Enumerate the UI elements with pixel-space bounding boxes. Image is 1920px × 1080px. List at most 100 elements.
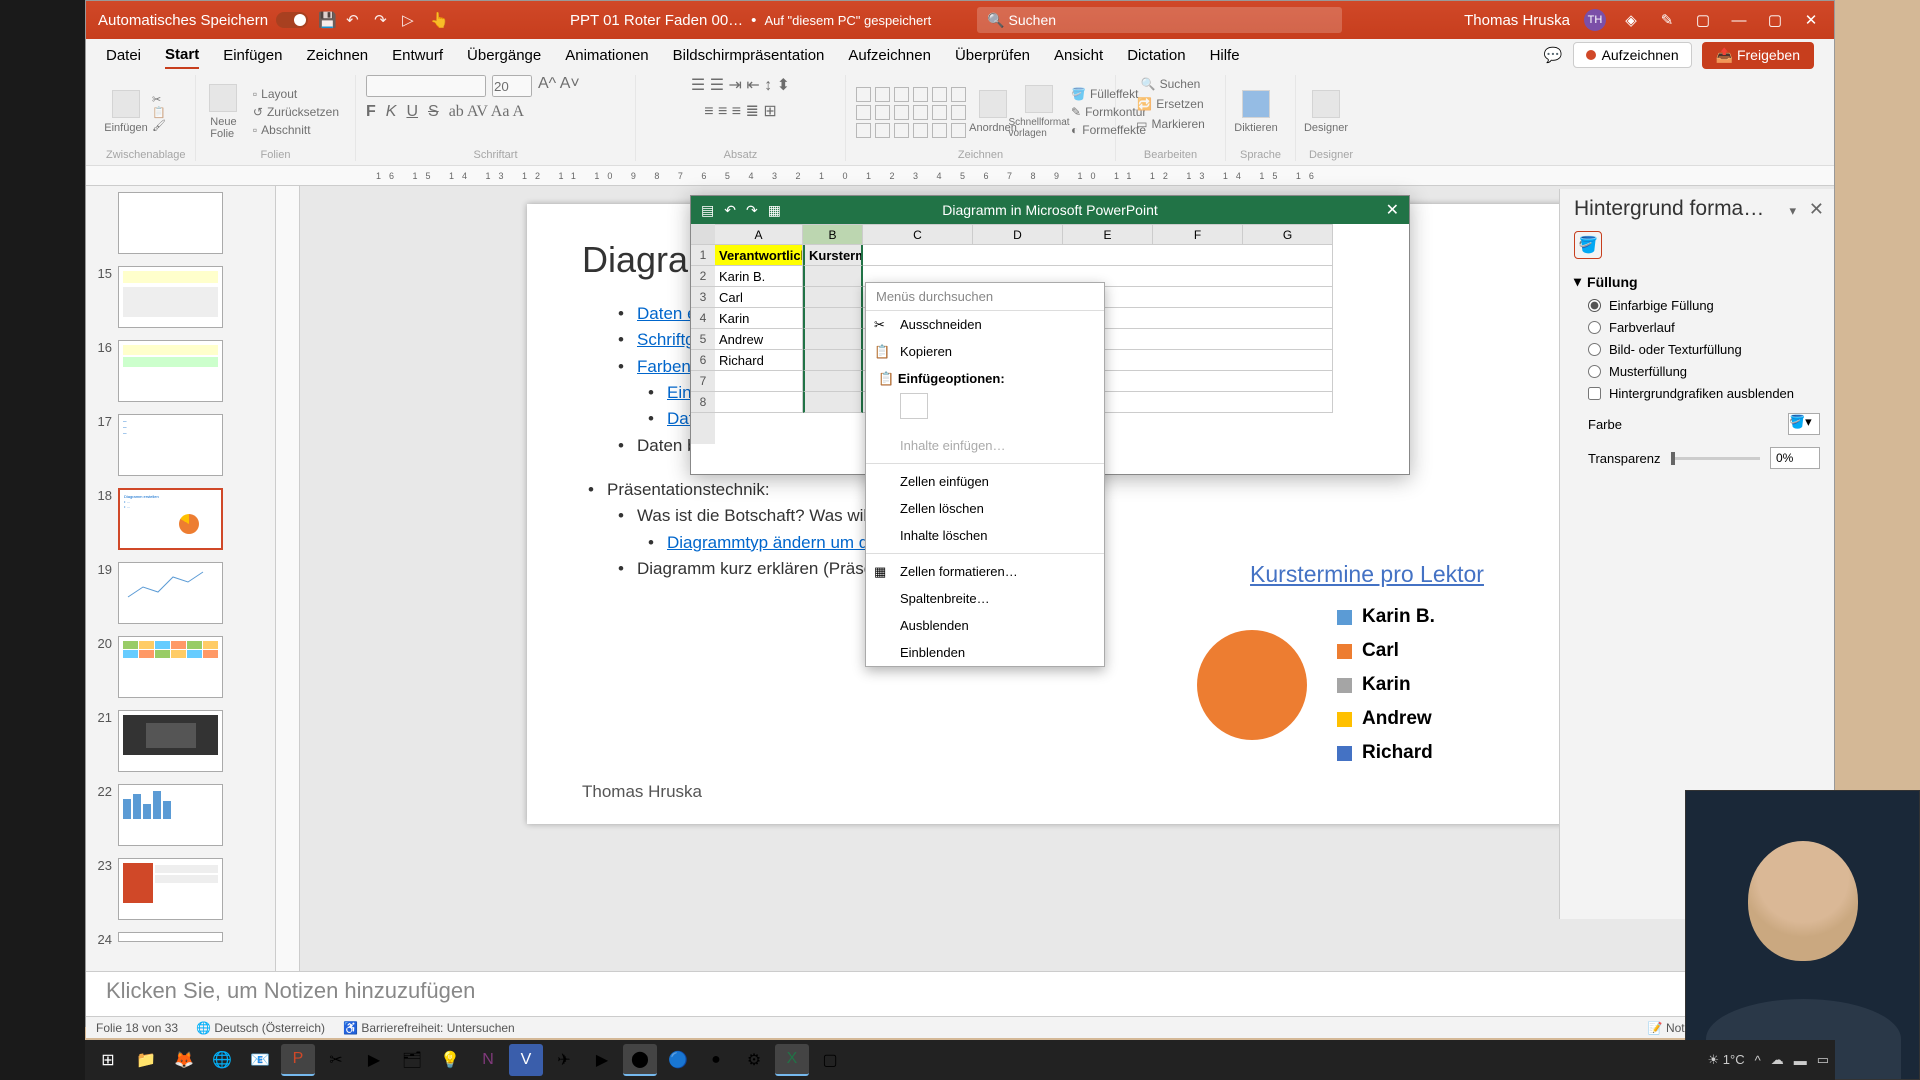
tb-chrome[interactable]: 🌐 (205, 1044, 239, 1076)
slide-thumb-18[interactable]: Diagramm erstellen• …• … (118, 488, 223, 550)
excel-edit-icon[interactable]: ▦ (768, 202, 781, 219)
tray-battery-icon[interactable]: ▬ (1794, 1053, 1807, 1068)
tray-monitor-icon[interactable]: ▭ (1817, 1052, 1829, 1068)
tb-telegram[interactable]: ✈ (547, 1044, 581, 1076)
menu-copy[interactable]: 📋Kopieren (866, 338, 1104, 365)
excel-undo-icon[interactable]: ↶ (724, 202, 736, 219)
excel-redo-icon[interactable]: ↷ (746, 202, 758, 219)
menu-format-cells[interactable]: ▦Zellen formatieren… (866, 558, 1104, 585)
search-input[interactable]: 🔍 Suchen (977, 7, 1342, 33)
slide-counter[interactable]: Folie 18 von 33 (96, 1021, 178, 1035)
font-size[interactable] (492, 75, 532, 97)
tab-view[interactable]: Ansicht (1054, 43, 1103, 68)
transparency-slider[interactable] (1671, 457, 1761, 460)
tb-explorer[interactable]: 📁 (129, 1044, 163, 1076)
excel-close-icon[interactable]: ✕ (1386, 200, 1399, 220)
share-button[interactable]: 📤 Freigeben (1702, 42, 1814, 69)
arrange-button[interactable]: Anordnen (973, 82, 1013, 142)
chart[interactable]: Kurstermine pro Lektor Karin B. Carl Kar… (1197, 561, 1537, 764)
tb-vlc[interactable]: ▶ (357, 1044, 391, 1076)
avatar[interactable]: TH (1584, 9, 1606, 31)
slide-thumb-21[interactable] (118, 710, 223, 772)
select-button[interactable]: ▭ Markieren (1130, 115, 1211, 133)
slide-thumbnail-panel[interactable]: 15 16 17─── 18Diagramm erstellen• …• … 1… (86, 186, 276, 971)
tb-powerpoint[interactable]: P (281, 1044, 315, 1076)
picture-fill-radio[interactable]: Bild- oder Texturfüllung (1588, 342, 1820, 357)
column-headers[interactable]: A B C D E F G (715, 224, 1409, 245)
tab-record[interactable]: Aufzeichnen (848, 43, 931, 68)
gradient-fill-radio[interactable]: Farbverlauf (1588, 320, 1820, 335)
tb-outlook[interactable]: 📧 (243, 1044, 277, 1076)
user-name[interactable]: Thomas Hruska (1464, 12, 1570, 29)
pie-chart[interactable] (1197, 630, 1307, 740)
save-icon[interactable]: 💾 (318, 11, 336, 29)
panel-icon[interactable]: ▢ (1692, 9, 1714, 31)
paste-button[interactable]: Einfügen (106, 82, 146, 142)
slide-thumb-15[interactable] (118, 266, 223, 328)
tb-app7[interactable]: ▢ (813, 1044, 847, 1076)
tab-slideshow[interactable]: Bildschirmpräsentation (673, 43, 825, 68)
touch-mode-icon[interactable]: 👆 (430, 11, 448, 29)
from-beginning-icon[interactable]: ▷ (402, 11, 420, 29)
menu-insert-cells[interactable]: Zellen einfügen (866, 468, 1104, 495)
tab-draw[interactable]: Zeichnen (306, 43, 368, 68)
menu-column-width[interactable]: Spaltenbreite… (866, 585, 1104, 612)
tab-dictation[interactable]: Dictation (1127, 43, 1185, 68)
transparency-value[interactable]: 0% (1770, 447, 1820, 469)
tab-help[interactable]: Hilfe (1210, 43, 1240, 68)
start-button[interactable]: ⊞ (91, 1044, 125, 1076)
slide-thumb-20[interactable] (118, 636, 223, 698)
pattern-fill-radio[interactable]: Musterfüllung (1588, 364, 1820, 379)
close-icon[interactable]: ✕ (1800, 9, 1822, 31)
dictate-button[interactable]: Diktieren (1236, 82, 1276, 142)
find-button[interactable]: 🔍 Suchen (1135, 75, 1207, 93)
accessibility-status[interactable]: ♿ Barrierefreiheit: Untersuchen (343, 1021, 515, 1035)
reset-button[interactable]: ↺ Zurücksetzen (247, 103, 345, 121)
hide-bg-checkbox[interactable]: Hintergrundgrafiken ausblenden (1588, 386, 1820, 401)
tb-firefox[interactable]: 🦊 (167, 1044, 201, 1076)
tb-obs[interactable]: ⬤ (623, 1044, 657, 1076)
comments-icon[interactable]: 💬 (1544, 46, 1563, 64)
menu-hide[interactable]: Ausblenden (866, 612, 1104, 639)
tray-chevron-icon[interactable]: ^ (1755, 1053, 1761, 1068)
layout-button[interactable]: ▫ Layout (247, 85, 345, 103)
tb-excel[interactable]: X (775, 1044, 809, 1076)
tab-animations[interactable]: Animationen (565, 43, 648, 68)
solid-fill-radio[interactable]: Einfarbige Füllung (1588, 298, 1820, 313)
tb-app4[interactable]: ▶ (585, 1044, 619, 1076)
slide-thumb-19[interactable] (118, 562, 223, 624)
tab-transitions[interactable]: Übergänge (467, 43, 541, 68)
section-button[interactable]: ▫ Abschnitt (247, 121, 345, 139)
fill-tab-icon[interactable]: 🪣 (1574, 231, 1602, 259)
pen-icon[interactable]: ✎ (1656, 9, 1678, 31)
menu-cut[interactable]: ✂Ausschneiden (866, 311, 1104, 338)
slide-thumb-22[interactable] (118, 784, 223, 846)
tab-insert[interactable]: Einfügen (223, 43, 282, 68)
slide-thumb-24[interactable] (118, 932, 223, 942)
slide-thumb-14[interactable] (118, 192, 223, 254)
diamond-icon[interactable]: ◈ (1620, 9, 1642, 31)
autosave-toggle[interactable]: Automatisches Speichern (98, 12, 308, 29)
tb-snip[interactable]: ✂ (319, 1044, 353, 1076)
paste-option-1[interactable] (900, 393, 928, 419)
new-slide-button[interactable]: Neue Folie (206, 82, 241, 142)
tb-app1[interactable]: 🗂 (395, 1044, 429, 1076)
row-headers[interactable]: 12345678 (691, 224, 715, 444)
slide-thumb-17[interactable]: ─── (118, 414, 223, 476)
tb-app6[interactable]: ● (699, 1044, 733, 1076)
tab-design[interactable]: Entwurf (392, 43, 443, 68)
tb-app2[interactable]: 💡 (433, 1044, 467, 1076)
designer-button[interactable]: Designer (1306, 82, 1346, 142)
menu-delete-cells[interactable]: Zellen löschen (866, 495, 1104, 522)
tab-review[interactable]: Überprüfen (955, 43, 1030, 68)
language-status[interactable]: 🌐 Deutsch (Österreich) (196, 1021, 325, 1035)
tb-app5[interactable]: 🔵 (661, 1044, 695, 1076)
record-button[interactable]: Aufzeichnen (1573, 42, 1692, 68)
file-name[interactable]: PPT 01 Roter Faden 00… (570, 12, 743, 29)
font-family[interactable] (366, 75, 486, 97)
fill-section-header[interactable]: ▾ Füllung (1574, 273, 1820, 290)
fill-color-picker[interactable]: 🪣▾ (1788, 413, 1820, 435)
slide-thumb-16[interactable] (118, 340, 223, 402)
pane-options-icon[interactable]: ▾ (1789, 203, 1796, 219)
tray-cloud-icon[interactable]: ☁ (1771, 1052, 1784, 1068)
